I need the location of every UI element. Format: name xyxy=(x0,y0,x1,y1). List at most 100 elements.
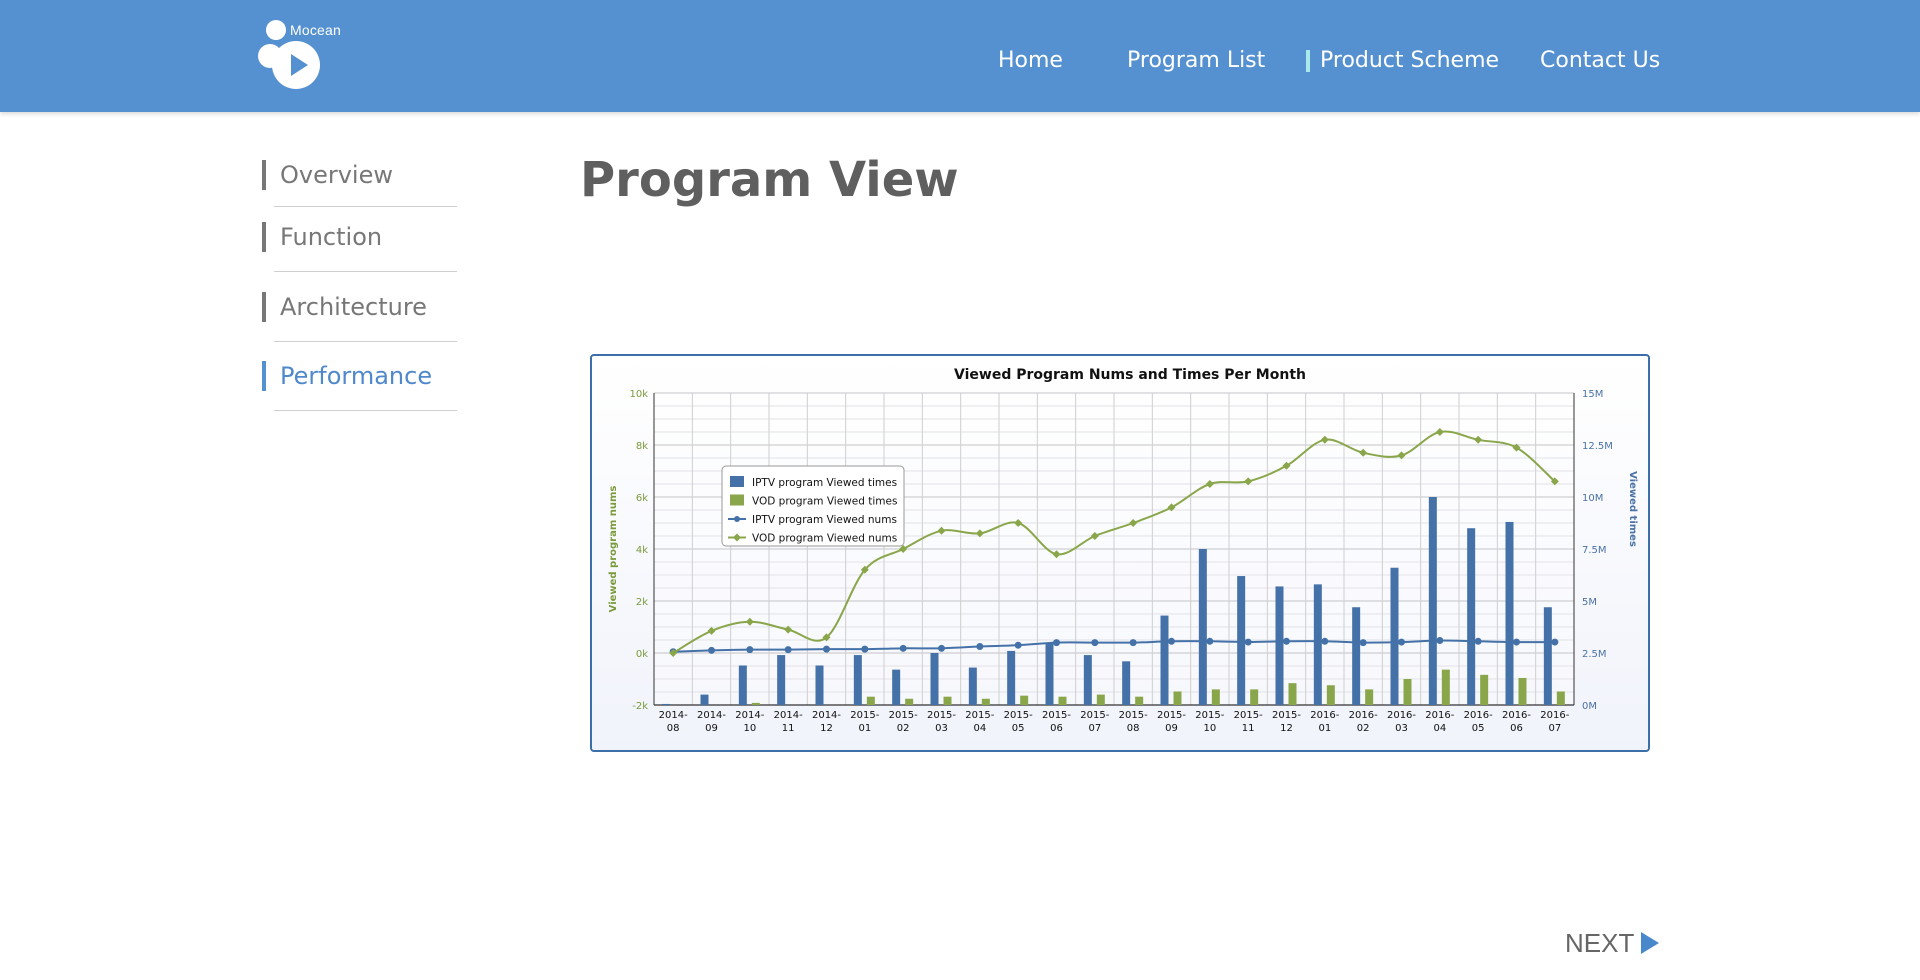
bar-vod-viewed-times xyxy=(905,698,914,705)
legend-label: VOD program Viewed nums xyxy=(752,533,897,545)
sidebar-divider xyxy=(274,341,457,342)
x-tick-label: 2016- xyxy=(1540,710,1569,721)
bar-iptv-viewed-times xyxy=(738,665,747,705)
bar-iptv-viewed-times xyxy=(930,653,939,705)
point-iptv-viewed-nums xyxy=(1436,637,1444,645)
x-tick-label: 2015- xyxy=(1157,710,1186,721)
point-iptv-viewed-nums xyxy=(1398,638,1405,646)
x-tick-label: 2015- xyxy=(889,710,918,721)
x-tick-label: 2014- xyxy=(659,710,688,721)
left-tick-label: 6k xyxy=(636,493,648,504)
bar-iptv-viewed-times xyxy=(853,655,862,705)
bar-iptv-viewed-times xyxy=(777,655,786,705)
program-view-chart: Viewed Program Nums and Times Per Month -… xyxy=(608,367,1638,734)
x-tick-label: 2016- xyxy=(1387,710,1416,721)
x-tick-label: 2015- xyxy=(1234,710,1263,721)
point-iptv-viewed-nums xyxy=(1053,639,1060,647)
nav-program-list[interactable]: Program List xyxy=(1127,47,1265,75)
right-tick-label: 0M xyxy=(1582,701,1597,712)
left-tick-label: 2k xyxy=(636,597,648,608)
x-tick-label: 06 xyxy=(1510,723,1523,734)
x-tick-label: 2015- xyxy=(927,710,956,721)
bar-vod-viewed-times xyxy=(1096,694,1105,705)
x-tick-label: 2015- xyxy=(1272,710,1301,721)
bar-vod-viewed-times xyxy=(1556,691,1565,705)
bar-vod-viewed-times xyxy=(1250,689,1259,705)
point-iptv-viewed-nums xyxy=(1474,637,1482,645)
sidebar-marker xyxy=(262,361,266,391)
legend-label: IPTV program Viewed nums xyxy=(752,514,897,526)
x-tick-label: 07 xyxy=(1088,723,1101,734)
chart-panel: Viewed Program Nums and Times Per Month -… xyxy=(590,354,1650,752)
bar-vod-viewed-times xyxy=(751,702,760,705)
x-tick-label: 2015- xyxy=(1195,710,1224,721)
point-iptv-viewed-nums xyxy=(1129,639,1137,647)
x-tick-label: 2016- xyxy=(1310,710,1339,721)
x-tick-label: 2014- xyxy=(697,710,726,721)
bar-vod-viewed-times xyxy=(943,696,952,705)
x-tick-label: 2016- xyxy=(1502,710,1531,721)
bar-iptv-viewed-times xyxy=(662,703,671,705)
left-axis-title: Viewed program nums xyxy=(608,486,619,613)
point-iptv-viewed-nums xyxy=(861,645,869,653)
x-tick-label: 03 xyxy=(1395,723,1408,734)
point-iptv-viewed-nums xyxy=(976,643,984,650)
point-iptv-viewed-nums xyxy=(1244,638,1252,646)
bar-vod-viewed-times xyxy=(1211,689,1220,705)
x-tick-label: 12 xyxy=(820,723,833,734)
bar-iptv-viewed-times xyxy=(1160,615,1169,705)
legend-label: VOD program Viewed times xyxy=(752,496,897,508)
legend-swatch xyxy=(730,476,744,487)
left-tick-label: -2k xyxy=(632,701,648,712)
nav-contact-us[interactable]: Contact Us xyxy=(1540,47,1660,75)
bar-iptv-viewed-times xyxy=(1467,528,1476,705)
bar-iptv-viewed-times xyxy=(1505,521,1514,705)
bar-vod-viewed-times xyxy=(981,698,990,705)
x-tick-label: 05 xyxy=(1012,723,1025,734)
x-tick-label: 2015- xyxy=(1119,710,1148,721)
x-tick-label: 12 xyxy=(1280,723,1293,734)
x-tick-label: 07 xyxy=(1548,723,1561,734)
bar-iptv-viewed-times xyxy=(700,694,709,705)
logo-text: Mocean xyxy=(290,22,342,38)
point-iptv-viewed-nums xyxy=(899,644,907,652)
right-tick-label: 5M xyxy=(1582,597,1597,608)
legend-label: IPTV program Viewed times xyxy=(752,477,897,489)
bar-iptv-viewed-times xyxy=(1045,642,1054,705)
x-tick-label: 2016- xyxy=(1464,710,1493,721)
nav-active-marker xyxy=(1306,50,1310,72)
sidebar-item-label: Architecture xyxy=(280,293,427,321)
sidebar-marker xyxy=(262,292,266,322)
bar-vod-viewed-times xyxy=(866,696,875,705)
x-tick-label: 2016- xyxy=(1425,710,1454,721)
x-tick-label: 2016- xyxy=(1349,710,1378,721)
legend-marker xyxy=(734,516,740,522)
nav-home[interactable]: Home xyxy=(998,47,1063,75)
bar-vod-viewed-times xyxy=(1058,696,1067,705)
left-tick-label: 10k xyxy=(629,389,648,400)
left-tick-label: 4k xyxy=(636,545,648,556)
x-tick-label: 2015- xyxy=(850,710,879,721)
point-iptv-viewed-nums xyxy=(1168,637,1175,645)
x-tick-label: 01 xyxy=(858,723,871,734)
x-tick-label: 08 xyxy=(1127,723,1140,734)
bar-iptv-viewed-times xyxy=(1313,584,1322,705)
point-iptv-viewed-nums xyxy=(708,646,715,654)
sidebar-divider xyxy=(274,410,457,411)
point-iptv-viewed-nums xyxy=(823,645,830,653)
sidebar-divider xyxy=(274,206,457,207)
x-tick-label: 10 xyxy=(743,723,756,734)
x-tick-label: 2014- xyxy=(735,710,764,721)
x-tick-label: 11 xyxy=(1242,723,1255,734)
bar-iptv-viewed-times xyxy=(1543,607,1552,705)
left-tick-label: 0k xyxy=(636,649,648,660)
bar-iptv-viewed-times xyxy=(1122,661,1131,705)
point-iptv-viewed-nums xyxy=(938,644,945,652)
bar-vod-viewed-times xyxy=(1135,696,1144,705)
chart-title: Viewed Program Nums and Times Per Month xyxy=(954,367,1306,383)
nav-product-scheme[interactable]: Product Scheme xyxy=(1320,47,1499,75)
right-axis-title: Viewed times xyxy=(1627,471,1638,547)
bar-vod-viewed-times xyxy=(1441,669,1450,705)
x-tick-label: 04 xyxy=(973,723,986,734)
sidebar-divider xyxy=(274,271,457,272)
